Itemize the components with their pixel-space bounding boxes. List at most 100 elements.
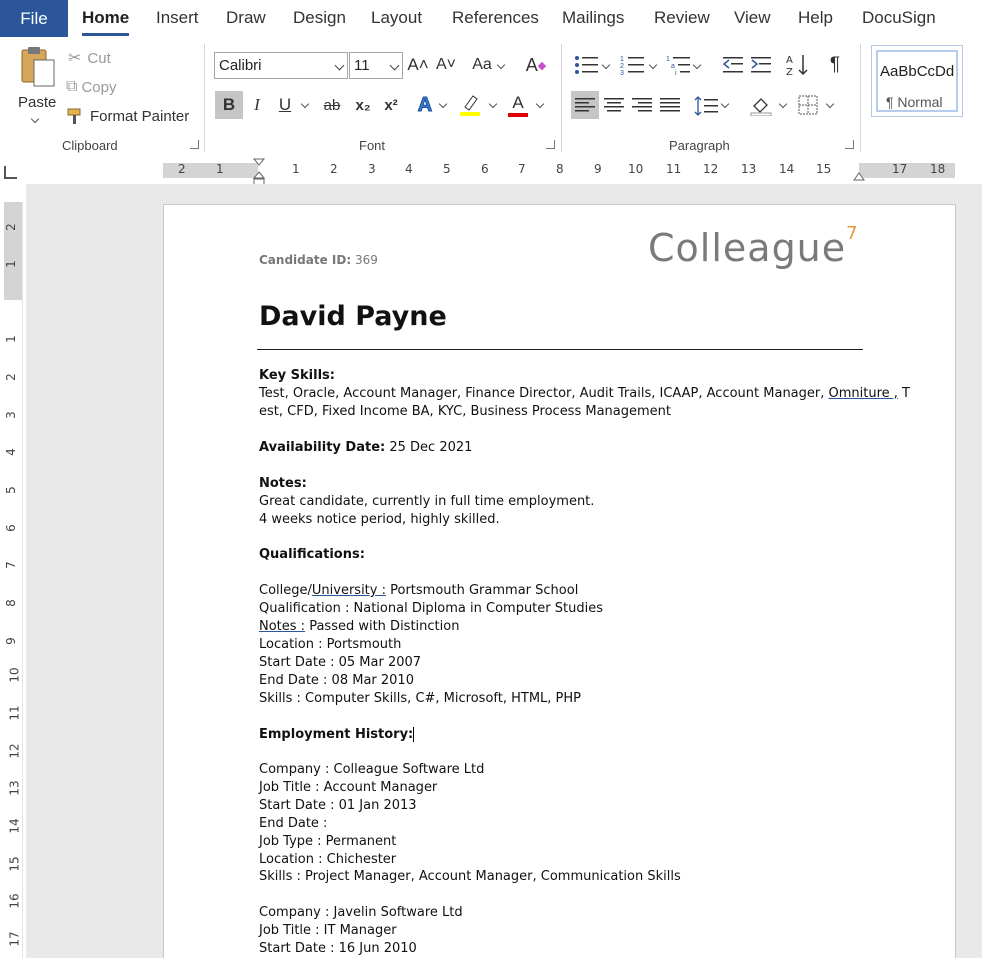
text-effects-dropdown-icon[interactable] bbox=[438, 99, 448, 109]
underline-button[interactable]: U bbox=[274, 91, 296, 119]
copy-button[interactable]: ⧉ Copy bbox=[66, 78, 116, 96]
bold-button[interactable]: B bbox=[215, 91, 243, 119]
font-launcher-icon[interactable] bbox=[546, 140, 555, 149]
numbering-icon[interactable]: 1 2 3 bbox=[620, 54, 646, 76]
tab-docusign[interactable]: DocuSign bbox=[862, 8, 936, 28]
ruler-number: 2 bbox=[178, 162, 186, 176]
bullets-icon[interactable] bbox=[574, 54, 600, 76]
subscript-button[interactable]: x₂ bbox=[352, 91, 374, 119]
svg-text:i: i bbox=[675, 70, 677, 76]
paragraph-launcher-icon[interactable] bbox=[845, 140, 854, 149]
scissors-icon: ✂ bbox=[68, 50, 82, 67]
key-skills-heading: Key Skills: bbox=[259, 368, 335, 383]
font-color-button[interactable]: A bbox=[506, 91, 530, 119]
shading-dropdown-icon[interactable] bbox=[778, 99, 788, 109]
clear-formatting-icon[interactable]: A ◆ bbox=[524, 52, 548, 78]
decrease-indent-icon[interactable] bbox=[722, 55, 744, 75]
employment-line: Start Date : 16 Jun 2010 bbox=[259, 941, 417, 956]
font-size-combo[interactable]: 11 bbox=[349, 52, 403, 79]
justify-icon bbox=[660, 98, 680, 112]
paragraph-group-label: Paragraph bbox=[669, 138, 730, 153]
spelling-flag[interactable]: Omniture , bbox=[829, 386, 898, 401]
font-color-swatch bbox=[508, 112, 528, 117]
font-color-dropdown-icon[interactable] bbox=[535, 99, 545, 109]
shrink-font-icon[interactable]: A˅ bbox=[434, 52, 458, 78]
group-divider bbox=[204, 44, 205, 152]
numbering-dropdown-icon[interactable] bbox=[648, 60, 658, 70]
svg-text:3: 3 bbox=[620, 70, 624, 76]
bullets-dropdown-icon[interactable] bbox=[601, 60, 611, 70]
tab-review[interactable]: Review bbox=[654, 8, 710, 28]
superscript-button[interactable]: x² bbox=[380, 91, 402, 119]
justify-button[interactable] bbox=[657, 91, 683, 119]
right-indent-marker-icon[interactable] bbox=[853, 172, 865, 182]
paste-dropdown-icon bbox=[30, 114, 40, 124]
borders-icon[interactable] bbox=[798, 95, 818, 115]
multilevel-dropdown-icon[interactable] bbox=[692, 60, 702, 70]
align-center-button[interactable] bbox=[601, 91, 627, 119]
highlight-color-button[interactable] bbox=[458, 91, 482, 119]
change-case-dropdown-icon[interactable] bbox=[496, 60, 506, 70]
line-spacing-dropdown-icon[interactable] bbox=[720, 99, 730, 109]
format-painter-button[interactable]: Format Painter bbox=[66, 107, 189, 125]
text-cursor bbox=[413, 727, 415, 742]
change-case-icon[interactable]: Aa bbox=[470, 52, 494, 78]
tab-insert[interactable]: Insert bbox=[156, 8, 199, 28]
align-center-icon bbox=[604, 98, 624, 112]
sort-icon[interactable]: A Z bbox=[786, 53, 810, 77]
grammar-flag[interactable]: Notes : bbox=[259, 619, 305, 634]
employment-line: Company : Colleague Software Ltd bbox=[259, 762, 485, 777]
borders-dropdown-icon[interactable] bbox=[825, 99, 835, 109]
underline-dropdown-icon[interactable] bbox=[300, 99, 310, 109]
grammar-flag[interactable]: University : bbox=[312, 583, 386, 598]
align-right-button[interactable] bbox=[629, 91, 655, 119]
ruler-number: 3 bbox=[3, 411, 18, 419]
text-effects-icon[interactable]: A bbox=[414, 91, 436, 119]
tab-references[interactable]: References bbox=[452, 8, 539, 28]
svg-text:Z: Z bbox=[786, 67, 793, 77]
tab-layout[interactable]: Layout bbox=[371, 8, 422, 28]
ruler-number: 1 bbox=[3, 260, 18, 268]
candidate-name: David Payne bbox=[259, 301, 447, 332]
show-formatting-marks-icon[interactable]: ¶ bbox=[824, 52, 846, 78]
font-name-combo[interactable]: Calibri bbox=[214, 52, 348, 79]
ruler-number: 8 bbox=[556, 162, 564, 176]
tab-draw[interactable]: Draw bbox=[226, 8, 266, 28]
paste-button[interactable]: Paste bbox=[14, 44, 58, 124]
svg-text:1: 1 bbox=[666, 56, 670, 63]
tab-mailings[interactable]: Mailings bbox=[562, 8, 624, 28]
align-left-icon bbox=[575, 98, 595, 112]
horizontal-ruler[interactable]: 2 1 1 2 3 4 5 6 7 8 9 10 11 12 13 14 15 … bbox=[0, 158, 982, 186]
highlight-dropdown-icon[interactable] bbox=[488, 99, 498, 109]
qualifications-heading: Qualifications: bbox=[259, 547, 365, 562]
font-color-icon: A bbox=[512, 92, 524, 112]
tab-view[interactable]: View bbox=[734, 8, 771, 28]
tab-file[interactable]: File bbox=[0, 0, 68, 37]
italic-button[interactable]: I bbox=[246, 91, 268, 119]
qualification-line: End Date : 08 Mar 2010 bbox=[259, 673, 414, 688]
clipboard-launcher-icon[interactable] bbox=[190, 140, 199, 149]
tab-selector-icon[interactable] bbox=[4, 166, 17, 179]
ruler-number: 17 bbox=[892, 162, 908, 176]
tab-home[interactable]: Home bbox=[82, 8, 130, 36]
tab-help[interactable]: Help bbox=[798, 8, 833, 28]
ruler-number: 11 bbox=[7, 705, 22, 721]
line-spacing-icon[interactable] bbox=[694, 96, 718, 116]
grow-font-icon[interactable]: A˄ bbox=[406, 52, 430, 78]
vertical-ruler[interactable]: 2 1 1 2 3 4 5 6 7 8 9 10 11 12 13 14 15 … bbox=[4, 202, 23, 958]
cut-button[interactable]: ✂ Cut bbox=[68, 48, 111, 68]
indent-marker-icon[interactable] bbox=[253, 158, 265, 186]
style-normal[interactable]: AaBbCcDd ¶ Normal bbox=[871, 45, 963, 117]
ruler-number: 15 bbox=[7, 856, 22, 872]
font-name-value: Calibri bbox=[219, 57, 262, 74]
tab-design[interactable]: Design bbox=[293, 8, 346, 28]
align-left-button[interactable] bbox=[571, 91, 599, 119]
ruler-number: 7 bbox=[518, 162, 526, 176]
strikethrough-button[interactable]: ab bbox=[320, 91, 344, 119]
ruler-number: 16 bbox=[7, 893, 22, 909]
shading-icon[interactable] bbox=[750, 94, 772, 116]
ruler-number: 8 bbox=[3, 599, 18, 607]
multilevel-list-icon[interactable]: 1 a i bbox=[666, 54, 692, 76]
paste-icon bbox=[21, 47, 55, 87]
increase-indent-icon[interactable] bbox=[750, 55, 772, 75]
